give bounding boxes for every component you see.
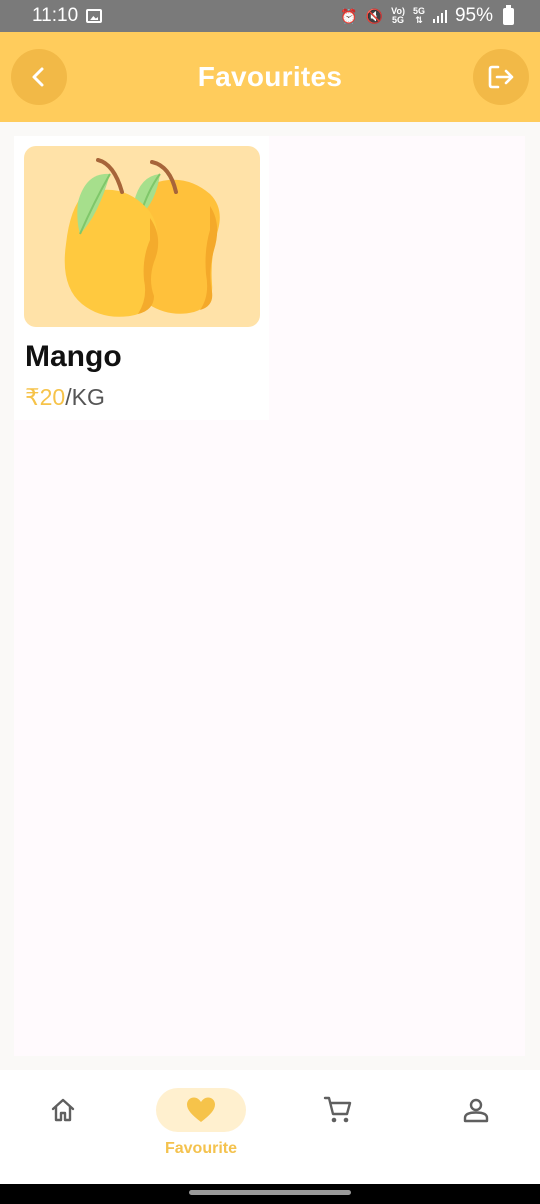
status-left: 11:10 bbox=[32, 5, 103, 27]
nav-home-pill bbox=[18, 1088, 108, 1132]
alarm-icon: ⏰ bbox=[340, 8, 358, 24]
nav-cart-pill bbox=[293, 1088, 383, 1132]
system-nav-bar bbox=[0, 1184, 540, 1204]
chevron-left-icon bbox=[32, 67, 44, 87]
app-header: Favourites bbox=[0, 32, 540, 122]
bottom-nav: Favourite bbox=[0, 1070, 540, 1184]
nav-favourite-pill bbox=[156, 1088, 246, 1132]
battery-percent: 95% bbox=[454, 5, 493, 26]
nav-profile[interactable] bbox=[430, 1088, 522, 1168]
logout-icon bbox=[488, 65, 514, 89]
logout-button[interactable] bbox=[473, 49, 529, 105]
home-icon bbox=[51, 1098, 75, 1122]
product-price: ₹20/KG bbox=[25, 384, 105, 411]
product-name: Mango bbox=[25, 340, 122, 373]
favourites-list: Mango ₹20/KG bbox=[14, 136, 525, 1056]
cart-icon bbox=[323, 1096, 352, 1123]
price-value: ₹20 bbox=[25, 384, 66, 410]
price-unit: /KG bbox=[65, 384, 105, 410]
mute-icon: 🔇 bbox=[365, 8, 384, 24]
profile-icon bbox=[463, 1098, 489, 1123]
volte-icon: Vo) 5G bbox=[391, 6, 405, 25]
network-type-icon: 5G ⇅ bbox=[412, 6, 425, 25]
mango-icon bbox=[64, 158, 220, 317]
product-image bbox=[24, 146, 260, 327]
nav-favourite-label: Favourite bbox=[164, 1140, 237, 1157]
nav-favourite[interactable]: Favourite bbox=[155, 1088, 247, 1168]
status-bar: 11:10 ⏰ 🔇 Vo) 5G 5G ⇅ 95% bbox=[0, 0, 540, 32]
battery-icon bbox=[503, 4, 514, 25]
back-button[interactable] bbox=[11, 49, 67, 105]
status-right: ⏰ 🔇 Vo) 5G 5G ⇅ 95% bbox=[340, 4, 514, 27]
page-title: Favourites bbox=[197, 61, 343, 92]
signal-icon bbox=[432, 9, 447, 23]
nav-cart[interactable] bbox=[292, 1088, 384, 1168]
nav-home[interactable] bbox=[17, 1088, 109, 1168]
home-indicator[interactable] bbox=[189, 1190, 351, 1195]
nav-profile-pill bbox=[431, 1088, 521, 1132]
gallery-notification-icon bbox=[86, 9, 103, 23]
status-time: 11:10 bbox=[32, 5, 79, 26]
product-card-mango[interactable]: Mango ₹20/KG bbox=[14, 136, 269, 420]
heart-icon bbox=[187, 1097, 215, 1122]
